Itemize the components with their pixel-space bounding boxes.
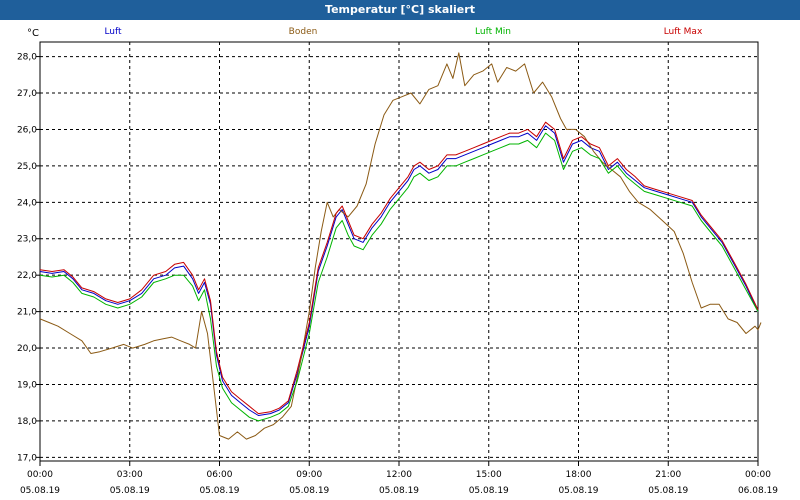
x-tick-time-label: 21:00 bbox=[655, 470, 681, 480]
legend-entry: Boden bbox=[289, 27, 318, 37]
x-tick-date-label: 05.08.19 bbox=[199, 486, 239, 496]
x-tick-date-label: 05.08.19 bbox=[289, 486, 329, 496]
x-tick-time-label: 00:00 bbox=[27, 470, 53, 480]
chart-window: Temperatur [°C] skaliert Luft Boden Luft M… bbox=[0, 0, 800, 500]
x-tick-time-label: 15:00 bbox=[476, 470, 502, 480]
x-tick-time-label: 00:00 bbox=[745, 470, 771, 480]
y-tick-label: 24,0 bbox=[17, 198, 37, 208]
series-line-3 bbox=[39, 121, 759, 415]
legend-entry: Luft bbox=[104, 27, 122, 37]
y-tick-label: 23,0 bbox=[17, 235, 37, 245]
window-title: Temperatur [°C] skaliert bbox=[0, 0, 800, 20]
x-tick-date-label: 05.08.19 bbox=[379, 486, 419, 496]
y-tick-label: 17,0 bbox=[17, 453, 37, 463]
x-tick-date-label: 05.08.19 bbox=[20, 486, 60, 496]
y-tick-label: 19,0 bbox=[17, 380, 37, 390]
x-tick-time-label: 12:00 bbox=[386, 470, 412, 480]
y-tick-label: 22,0 bbox=[17, 271, 37, 281]
legend-entry: Luft Min bbox=[475, 27, 511, 37]
x-tick-time-label: 03:00 bbox=[117, 470, 143, 480]
y-tick-label: 18,0 bbox=[17, 417, 37, 427]
legend: Luft Boden Luft Min Luft Max bbox=[104, 27, 703, 37]
legend-entry: Luft Max bbox=[664, 27, 703, 37]
series-line-1 bbox=[39, 52, 762, 440]
y-axis-unit-label: °C bbox=[27, 28, 39, 39]
x-tick-date-label: 05.08.19 bbox=[110, 486, 150, 496]
x-tick-date-label: 06.08.19 bbox=[738, 486, 778, 496]
x-tick-time-label: 09:00 bbox=[296, 470, 322, 480]
y-tick-label: 28,0 bbox=[17, 53, 37, 63]
y-tick-label: 20,0 bbox=[17, 344, 37, 354]
x-tick-date-label: 05.08.19 bbox=[648, 486, 688, 496]
x-tick-date-label: 05.08.19 bbox=[469, 486, 509, 496]
x-tick-date-label: 05.08.19 bbox=[558, 486, 598, 496]
x-tick-time-label: 18:00 bbox=[566, 470, 592, 480]
x-axis: 00:00 05.08.19 03:00 05.08.19 06:00 05.08.19 0… bbox=[20, 461, 778, 496]
y-tick-label: 26,0 bbox=[17, 125, 37, 135]
x-tick-time-label: 06:00 bbox=[207, 470, 233, 480]
grid bbox=[40, 42, 758, 461]
y-tick-label: 21,0 bbox=[17, 308, 37, 318]
temperature-chart: Luft Boden Luft Min Luft Max °C 17,0 18,0 19,0… bbox=[17, 27, 778, 496]
series-lines bbox=[39, 52, 762, 440]
y-axis: °C 17,0 18,0 19,0 20,0 21,0 22,0 23,0 24,0 25,0 26… bbox=[17, 28, 40, 463]
y-tick-label: 25,0 bbox=[17, 162, 37, 172]
y-tick-label: 27,0 bbox=[17, 89, 37, 99]
